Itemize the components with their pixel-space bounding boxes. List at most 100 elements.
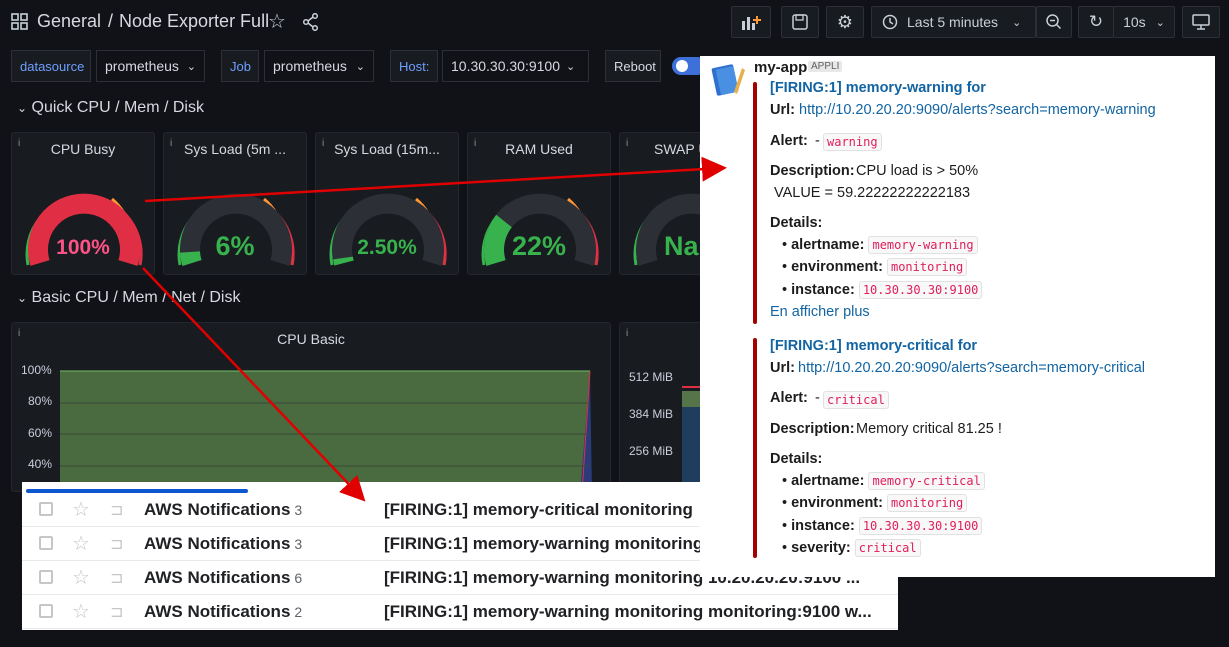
- gauge-title: Sys Load (5m ...: [184, 141, 286, 157]
- alert-tag: critical: [823, 391, 889, 409]
- alert-label: Alert:: [770, 133, 808, 149]
- row-toggle-quick[interactable]: ⌄ Quick CPU / Mem / Disk: [17, 99, 204, 117]
- dashboard-title[interactable]: Node Exporter Full: [119, 11, 269, 32]
- star-icon[interactable]: ☆: [268, 9, 286, 34]
- alert-url-link[interactable]: http://10.20.20.20:9090/alerts?search=me…: [799, 102, 1156, 118]
- email-row[interactable]: ☆ ⊐ AWS Notifications 2 [FIRING:1] memory…: [22, 595, 898, 629]
- gear-icon: ⚙: [836, 11, 854, 32]
- alert-dash: -: [815, 133, 820, 149]
- settings-button[interactable]: ⚙: [826, 6, 864, 38]
- tv-mode-button[interactable]: [1182, 6, 1220, 38]
- email-thread-count: 2: [294, 604, 303, 620]
- email-sender: AWS Notifications 6: [144, 568, 303, 587]
- alert-url-link[interactable]: http://10.20.20.20:9090/alerts?search=me…: [798, 360, 1145, 376]
- info-icon[interactable]: i: [626, 138, 628, 149]
- details-label: Details:: [770, 451, 823, 467]
- attachment-bar: [753, 82, 757, 324]
- var-value-host: 10.30.30.30:9100: [451, 58, 560, 74]
- detail-item: • severity: critical: [782, 539, 921, 557]
- gauge-title: Sys Load (15m...: [334, 141, 440, 157]
- gauge-title: RAM Used: [505, 141, 573, 157]
- url-label: Url:: [770, 102, 795, 118]
- time-range-picker[interactable]: Last 5 minutes ⌄: [871, 6, 1036, 38]
- checkbox[interactable]: [39, 570, 53, 584]
- email-sender: AWS Notifications 3: [144, 534, 303, 553]
- important-icon[interactable]: ⊐: [110, 602, 123, 622]
- alert-tag: warning: [823, 133, 882, 151]
- chevron-down-icon: ⌄: [355, 60, 365, 73]
- attachment-bar: [753, 338, 757, 558]
- alert-title-link[interactable]: [FIRING:1] memory-warning for: [770, 80, 986, 96]
- y-tick: 512 MiB: [629, 370, 674, 384]
- info-icon[interactable]: i: [626, 328, 628, 339]
- cpu-basic-title: CPU Basic: [277, 331, 345, 347]
- chevron-down-icon: ⌄: [1155, 16, 1165, 29]
- y-tick: 60%: [28, 426, 53, 440]
- chevron-down-icon: ⌄: [17, 101, 28, 115]
- cpu-area-chart: [60, 370, 592, 491]
- detail-item: • environment: monitoring: [782, 258, 968, 276]
- alert-dash: -: [815, 390, 820, 406]
- star-icon[interactable]: ☆: [72, 599, 90, 624]
- y-tick: 100%: [21, 363, 52, 377]
- star-icon[interactable]: ☆: [72, 531, 90, 556]
- email-subject: [FIRING:1] memory-warning monitoring mon…: [384, 602, 872, 621]
- gauge-value: 6%: [215, 231, 255, 261]
- gauge-panel[interactable]: i CPU Busy 100%: [11, 132, 155, 275]
- alert-label: Alert:: [770, 390, 808, 406]
- important-icon[interactable]: ⊐: [110, 568, 123, 588]
- var-select-job[interactable]: prometheus ⌄: [264, 50, 374, 82]
- add-panel-button[interactable]: [731, 6, 771, 38]
- checkbox[interactable]: [39, 502, 53, 516]
- y-tick: 256 MiB: [629, 444, 674, 458]
- email-thread-count: 3: [294, 502, 303, 518]
- y-tick: 40%: [28, 457, 53, 471]
- value-text: VALUE = 59.22222222222183: [774, 185, 971, 201]
- app-avatar-icon: [711, 64, 745, 96]
- description-text: CPU load is > 50%: [856, 163, 979, 179]
- time-range-label: Last 5 minutes: [907, 14, 999, 30]
- gauge-title: CPU Busy: [50, 141, 116, 157]
- save-dashboard-button[interactable]: [781, 6, 819, 38]
- app-badge: APPLI: [808, 61, 843, 72]
- refresh-interval-picker[interactable]: 10s ⌄: [1113, 6, 1175, 38]
- email-thread-count: 6: [294, 570, 303, 586]
- email-thread-count: 3: [294, 536, 303, 552]
- dashboards-grid-icon[interactable]: [11, 13, 29, 31]
- checkbox[interactable]: [39, 536, 53, 550]
- app-name[interactable]: my-app: [754, 59, 807, 76]
- var-value-datasource: prometheus: [105, 58, 179, 74]
- clock-icon: [882, 14, 898, 30]
- important-icon[interactable]: ⊐: [110, 500, 123, 520]
- gauge-panel[interactable]: i Sys Load (5m ... 6%: [163, 132, 307, 275]
- slack-message-overlay: my-app APPLI [FIRING:1] memory-warning f…: [700, 56, 1215, 577]
- var-label-host: Host:: [390, 50, 438, 82]
- var-label-datasource: datasource: [11, 50, 91, 82]
- row-toggle-basic[interactable]: ⌄ Basic CPU / Mem / Net / Disk: [17, 289, 240, 307]
- detail-item: • alertname: memory-warning: [782, 236, 978, 254]
- breadcrumb-folder[interactable]: General: [37, 11, 101, 32]
- share-icon[interactable]: [302, 13, 320, 31]
- chevron-down-icon: ⌄: [1012, 16, 1022, 29]
- gauge-value: 100%: [56, 236, 110, 259]
- var-select-datasource[interactable]: prometheus ⌄: [96, 50, 205, 82]
- gauge-panel[interactable]: i Sys Load (15m... 2.50%: [315, 132, 459, 275]
- checkbox[interactable]: [39, 604, 53, 618]
- refresh-interval-label: 10s: [1123, 14, 1146, 30]
- save-icon: [792, 14, 808, 30]
- gauge-value: 2.50%: [357, 236, 417, 259]
- cpu-basic-panel[interactable]: i CPU Basic 100% 80% 60% 40%: [11, 322, 611, 492]
- zoom-out-button[interactable]: [1036, 6, 1072, 38]
- var-value-job: prometheus: [273, 58, 347, 74]
- alert-title-link[interactable]: [FIRING:1] memory-critical for: [770, 338, 977, 354]
- gauge-panel[interactable]: i RAM Used 22%: [467, 132, 611, 275]
- show-more-link[interactable]: En afficher plus: [770, 304, 870, 320]
- chevron-down-icon: ⌄: [566, 60, 576, 73]
- refresh-button[interactable]: ↻: [1078, 6, 1114, 38]
- star-icon[interactable]: ☆: [72, 497, 90, 522]
- description-label: Description:: [770, 163, 855, 179]
- star-icon[interactable]: ☆: [72, 565, 90, 590]
- var-select-host[interactable]: 10.30.30.30:9100 ⌄: [442, 50, 589, 82]
- refresh-icon: ↻: [1088, 12, 1104, 31]
- important-icon[interactable]: ⊐: [110, 534, 123, 554]
